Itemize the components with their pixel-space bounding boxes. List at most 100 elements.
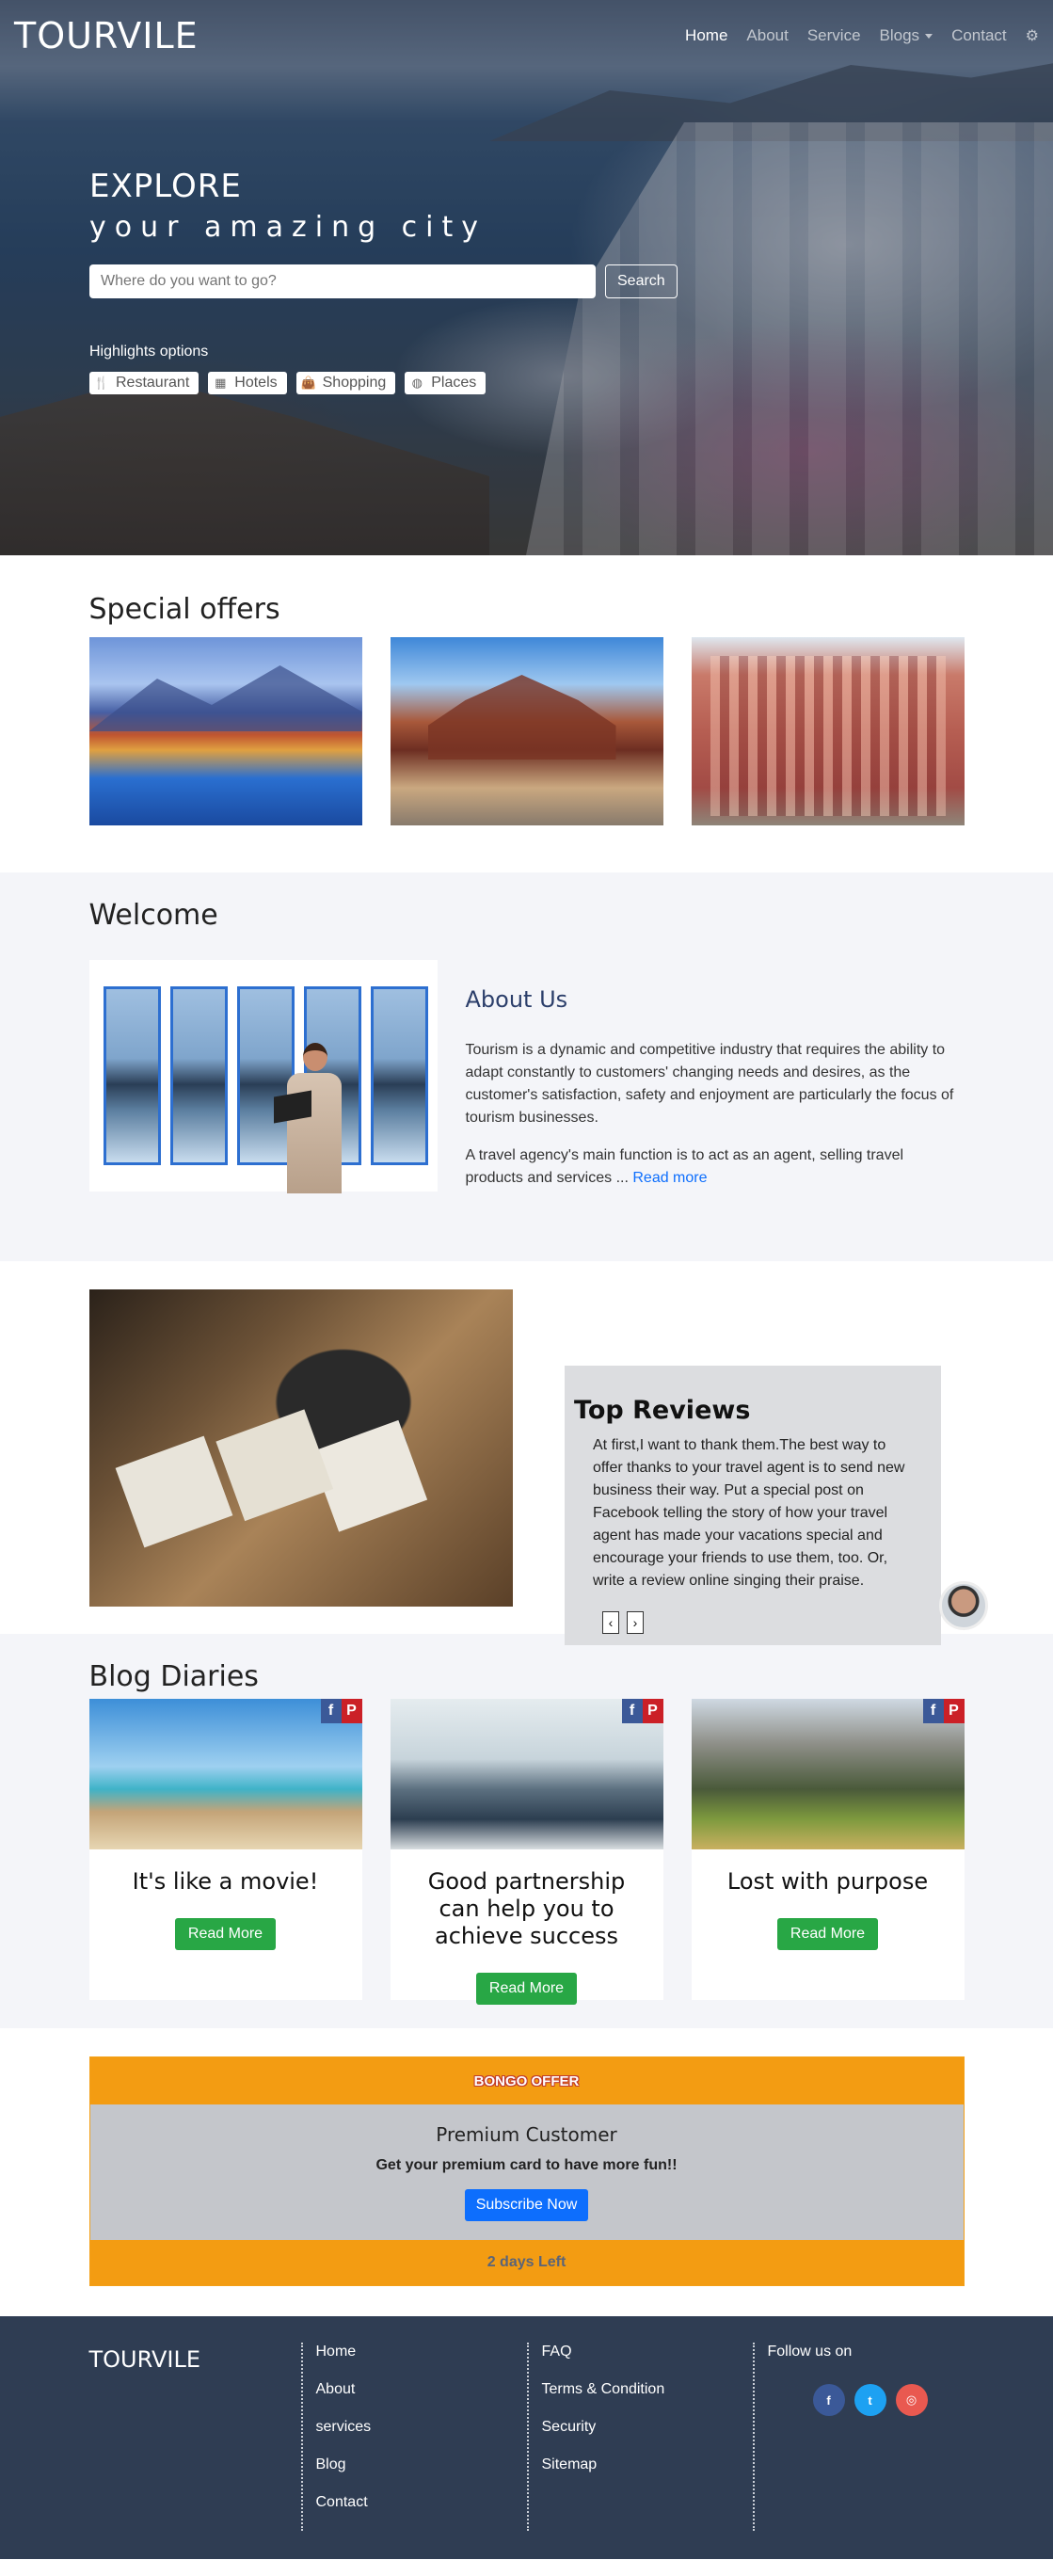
camera-photo-image bbox=[89, 1289, 513, 1607]
offer-image-lake-village[interactable] bbox=[88, 637, 362, 825]
blog-title: Blog Diaries bbox=[88, 1660, 259, 1693]
welcome-image bbox=[88, 960, 438, 1193]
special-offers-title: Special offers bbox=[88, 593, 280, 626]
pinterest-icon[interactable]: P bbox=[642, 1699, 663, 1723]
hero-content: EXPLORE your amazing city Search Highlig… bbox=[89, 168, 678, 394]
highlights-options: 🍴 Restaurant ▦ Hotels 👜 Shopping ◍ Place… bbox=[89, 372, 678, 394]
nav-service[interactable]: Service bbox=[807, 26, 861, 45]
city-panel bbox=[370, 986, 428, 1165]
twitter-icon[interactable]: t bbox=[854, 2384, 886, 2416]
footer-link-security[interactable]: Security bbox=[542, 2418, 753, 2437]
blog-card: f P Lost with purpose Read More bbox=[691, 1699, 965, 2000]
review-card: Top Reviews At first,I want to thank the… bbox=[565, 1366, 941, 1645]
chevron-down-icon bbox=[925, 34, 933, 40]
social-links: f t ◎ bbox=[768, 2384, 965, 2416]
offer-title: Premium Customer bbox=[436, 2123, 617, 2146]
footer: TOURVILE Home About services Blog Contac… bbox=[0, 2316, 1053, 2559]
footer-link-contact[interactable]: Contact bbox=[316, 2493, 527, 2512]
city-panel bbox=[103, 986, 161, 1165]
read-more-link[interactable]: Read more bbox=[632, 1170, 707, 1186]
footer-link-terms[interactable]: Terms & Condition bbox=[542, 2380, 753, 2399]
subscribe-button[interactable]: Subscribe Now bbox=[464, 2189, 589, 2221]
highlight-label: Hotels bbox=[234, 375, 278, 391]
pinterest-icon[interactable]: P bbox=[943, 1699, 965, 1723]
hero-subtitle: your amazing city bbox=[89, 211, 487, 244]
reviews-section: Top Reviews At first,I want to thank the… bbox=[0, 1261, 1053, 1645]
search-bar: Search bbox=[89, 264, 678, 298]
blog-card: f P It's like a movie! Read More bbox=[88, 1699, 362, 2000]
share-icons: f P bbox=[922, 1699, 965, 1723]
blog-image-forest: f P bbox=[691, 1699, 965, 1849]
highlight-label: Shopping bbox=[322, 375, 387, 391]
nav-links: Home About Service Blogs Contact ⚙ bbox=[685, 26, 1039, 45]
offer-subtitle: Get your premium card to have more fun!! bbox=[375, 2157, 678, 2173]
hero-title: EXPLORE bbox=[89, 168, 242, 205]
blog-image-meeting: f P bbox=[390, 1699, 663, 1849]
blog-post-title: Lost with purpose bbox=[726, 1868, 929, 1895]
facebook-icon[interactable]: f bbox=[922, 1699, 944, 1723]
blog-image-beach: f P bbox=[88, 1699, 362, 1849]
follow-us-label: Follow us on bbox=[767, 2344, 853, 2360]
about-title: About Us bbox=[465, 986, 568, 1013]
nav-blogs-dropdown[interactable]: Blogs bbox=[880, 26, 933, 45]
premium-offer-section: BONGO OFFER Premium Customer Get your pr… bbox=[0, 2028, 1053, 2316]
footer-link-sitemap[interactable]: Sitemap bbox=[542, 2456, 753, 2474]
offer-body: Premium Customer Get your premium card t… bbox=[89, 2104, 964, 2240]
read-more-button[interactable]: Read More bbox=[475, 1973, 578, 2005]
offer-image-palace[interactable] bbox=[691, 637, 965, 825]
city-panel bbox=[169, 986, 228, 1165]
businesswoman-figure bbox=[273, 1043, 343, 1193]
facebook-icon[interactable]: f bbox=[320, 1699, 342, 1723]
footer-social-col: Follow us on f t ◎ bbox=[752, 2343, 965, 2531]
highlight-label: Restaurant bbox=[116, 375, 190, 391]
footer-links-col-1: Home About services Blog Contact bbox=[300, 2343, 527, 2531]
offer-image-temple[interactable] bbox=[390, 637, 663, 825]
highlight-shopping-button[interactable]: 👜 Shopping bbox=[295, 372, 396, 394]
footer-link-blog[interactable]: Blog bbox=[316, 2456, 527, 2474]
footer-link-home[interactable]: Home bbox=[316, 2343, 527, 2361]
cutlery-icon: 🍴 bbox=[93, 376, 110, 390]
reviewer-avatar bbox=[939, 1581, 988, 1630]
gear-icon[interactable]: ⚙ bbox=[1026, 26, 1039, 45]
building-icon: ▦ bbox=[215, 376, 227, 390]
about-paragraph-1: Tourism is a dynamic and competitive ind… bbox=[465, 1042, 954, 1126]
highlight-places-button[interactable]: ◍ Places bbox=[405, 372, 487, 394]
review-carousel-controls: ‹ › bbox=[574, 1611, 932, 1634]
chevron-right-icon[interactable]: › bbox=[627, 1611, 644, 1634]
facebook-icon[interactable]: f bbox=[812, 2384, 845, 2416]
pinterest-icon[interactable]: P bbox=[341, 1699, 362, 1723]
instagram-icon[interactable]: ◎ bbox=[895, 2384, 928, 2416]
highlights-label: Highlights options bbox=[89, 344, 209, 360]
chevron-left-icon[interactable]: ‹ bbox=[602, 1611, 619, 1634]
special-offers-gallery bbox=[88, 637, 965, 825]
brand-logo[interactable]: TOURVILE bbox=[14, 15, 199, 56]
nav-contact[interactable]: Contact bbox=[951, 26, 1007, 45]
blog-post-title: It's like a movie! bbox=[132, 1868, 319, 1895]
footer-link-services[interactable]: services bbox=[316, 2418, 527, 2437]
highlight-restaurant-button[interactable]: 🍴 Restaurant bbox=[89, 372, 199, 394]
share-icons: f P bbox=[621, 1699, 663, 1723]
highlight-hotels-button[interactable]: ▦ Hotels bbox=[208, 372, 287, 394]
welcome-title: Welcome bbox=[88, 899, 218, 932]
highlight-label: Places bbox=[431, 375, 477, 391]
read-more-button[interactable]: Read More bbox=[174, 1918, 277, 1950]
about-block: About Us Tourism is a dynamic and compet… bbox=[466, 960, 965, 1205]
footer-link-about[interactable]: About bbox=[316, 2380, 527, 2399]
nav-about[interactable]: About bbox=[746, 26, 788, 45]
blog-section: Blog Diaries f P It's like a movie! Read… bbox=[0, 1634, 1053, 2028]
city-panel bbox=[236, 986, 295, 1165]
footer-brand: TOURVILE bbox=[88, 2346, 201, 2373]
nav-home[interactable]: Home bbox=[685, 26, 727, 45]
hero-section: TOURVILE Home About Service Blogs Contac… bbox=[0, 0, 1053, 555]
offer-header: BONGO OFFER bbox=[89, 2057, 964, 2104]
search-input[interactable] bbox=[89, 264, 596, 298]
welcome-section: Welcome About Us Tourism is a dynamic an… bbox=[0, 872, 1053, 1261]
read-more-button[interactable]: Read More bbox=[776, 1918, 879, 1950]
facebook-icon[interactable]: f bbox=[621, 1699, 643, 1723]
search-button[interactable]: Search bbox=[605, 264, 678, 298]
globe-icon: ◍ bbox=[411, 376, 423, 390]
offer-countdown: 2 days Left bbox=[89, 2240, 964, 2285]
footer-link-faq[interactable]: FAQ bbox=[542, 2343, 753, 2361]
special-offers-section: Special offers bbox=[0, 555, 1053, 872]
navbar: TOURVILE Home About Service Blogs Contac… bbox=[0, 0, 1053, 72]
